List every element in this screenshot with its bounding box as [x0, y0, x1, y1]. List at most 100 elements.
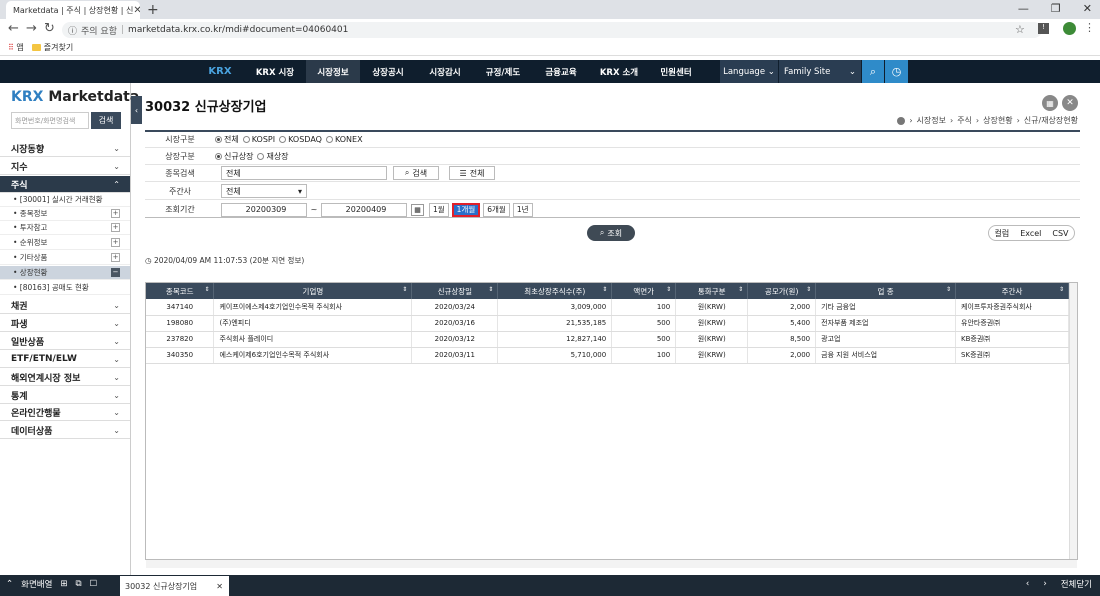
profile-avatar[interactable]: [1063, 22, 1076, 35]
sidebar-sub-other-products[interactable]: • 기타상품 +: [0, 251, 130, 265]
table-row[interactable]: 237820 주식회사 플레이디 2020/03/12 12,827,140 5…: [146, 331, 1069, 348]
plus-icon[interactable]: +: [111, 253, 120, 262]
col-header[interactable]: 공모가(원) ⇕: [747, 283, 817, 299]
radio-market-all[interactable]: 전체: [215, 134, 239, 145]
sort-icon[interactable]: ⇕: [946, 286, 951, 293]
radio-market-konex[interactable]: KONEX: [325, 135, 363, 144]
close-window-icon[interactable]: ✕: [1083, 2, 1092, 15]
language-select[interactable]: Language ⌄: [720, 60, 778, 83]
col-header[interactable]: 기업명 ⇕: [213, 283, 413, 299]
table-horizontal-scrollbar[interactable]: [146, 560, 1077, 568]
nav-financial-education[interactable]: 금융교육: [532, 60, 590, 83]
nav-regulations[interactable]: 규정/제도: [474, 60, 532, 83]
col-header[interactable]: 통화구분 ⇕: [675, 283, 749, 299]
sidebar-menu-statistics[interactable]: 통계 ⌄: [0, 387, 130, 404]
sidebar-menu-stock[interactable]: 주식 ⌃: [0, 176, 130, 193]
new-tab-icon[interactable]: +: [147, 2, 159, 18]
sidebar-menu-bond[interactable]: 채권 ⌄: [0, 297, 130, 314]
to-date-input[interactable]: 20200409: [321, 202, 407, 217]
grid-icon[interactable]: ▦: [1042, 95, 1058, 111]
minimize-icon[interactable]: —: [1018, 2, 1029, 15]
stock-search-input[interactable]: 전체: [221, 166, 387, 180]
clock-icon[interactable]: ◷: [885, 60, 908, 83]
col-header[interactable]: 종목코드 ⇕: [146, 283, 215, 299]
table-row[interactable]: 347140 케이프이에스제4호기업인수목적 주식회사 2020/03/24 3…: [146, 299, 1069, 316]
underwriter-select[interactable]: 전체 ▾: [221, 184, 307, 198]
plus-icon[interactable]: +: [111, 209, 120, 218]
sidebar-sub-stock-info[interactable]: • 종목정보 +: [0, 207, 130, 221]
col-header[interactable]: 최초상장주식수(주) ⇕: [497, 283, 613, 299]
sidebar-menu-etf[interactable]: ETF/ETN/ELW ⌄: [0, 351, 130, 368]
sort-icon[interactable]: ⇕: [402, 286, 407, 293]
breadcrumb-item[interactable]: 주식: [957, 115, 972, 126]
sidebar-sub-investment-ref[interactable]: • 투자참고 +: [0, 221, 130, 235]
sidebar-menu-index[interactable]: 지수 ⌄: [0, 158, 130, 175]
period-6-month-button[interactable]: 6개월: [483, 202, 510, 217]
nav-civil-center[interactable]: 민원센터: [648, 60, 704, 83]
plus-icon[interactable]: +: [111, 223, 120, 232]
home-icon[interactable]: [897, 116, 906, 125]
bookmark-favorites[interactable]: 즐겨찾기: [31, 42, 73, 53]
table-row[interactable]: 198080 (주)엔피디 2020/03/16 21,535,185 500 …: [146, 315, 1069, 332]
table-row[interactable]: 340350 에스케이제6호기업인수목적 주식회사 2020/03/11 5,7…: [146, 347, 1069, 364]
radio-relisting[interactable]: 재상장: [257, 151, 289, 162]
next-tab-icon[interactable]: ›: [1043, 579, 1046, 589]
sort-icon[interactable]: ⇕: [488, 286, 493, 293]
plus-icon[interactable]: +: [111, 238, 120, 247]
menu-search-button[interactable]: 검색: [91, 112, 121, 129]
reload-icon[interactable]: ↻: [44, 21, 55, 36]
nav-market-info[interactable]: 시장정보: [306, 60, 360, 83]
open-screen-tab[interactable]: 30032 신규상장기업 ✕: [120, 576, 229, 596]
from-date-input[interactable]: 20200309: [221, 202, 307, 217]
sort-icon[interactable]: ⇕: [1059, 286, 1064, 293]
menu-search-input[interactable]: 화면번호/화면명검색: [11, 112, 89, 129]
layout-label[interactable]: 화면배열: [21, 578, 52, 590]
search-icon[interactable]: ⌕: [862, 60, 884, 83]
sidebar-menu-derivatives[interactable]: 파생 ⌄: [0, 315, 130, 332]
stock-search-button[interactable]: ⌕ 검색: [393, 166, 439, 180]
browser-tab[interactable]: Marketdata | 주식 | 상장현황 | 신 ✕: [6, 1, 140, 19]
tab-close-icon[interactable]: ✕: [133, 5, 140, 16]
breadcrumb-item[interactable]: 상장현황: [983, 115, 1012, 126]
radio-new-listing[interactable]: 신규상장: [215, 151, 253, 162]
close-icon[interactable]: ✕: [216, 582, 223, 591]
address-bar[interactable]: ⓘ 주의 요함 | marketdata.krx.co.kr/mdi#docum…: [62, 22, 1042, 38]
sidebar-menu-publications[interactable]: 온라인간행물 ⌄: [0, 404, 130, 421]
sort-icon[interactable]: ⇕: [806, 286, 811, 293]
sort-icon[interactable]: ⇕: [204, 286, 209, 293]
sidebar-sub-listing-status[interactable]: • 상장현황 −: [0, 266, 130, 280]
stock-all-button[interactable]: ☰ 전체: [449, 166, 495, 180]
column-button[interactable]: 컬럼: [994, 228, 1009, 239]
nav-market-surveillance[interactable]: 시장감시: [416, 60, 474, 83]
sidebar-menu-overseas[interactable]: 해외연계시장 정보 ⌄: [0, 369, 130, 386]
sidebar-sub-short-selling[interactable]: • [80163] 공매도 현황: [0, 281, 130, 295]
breadcrumb-item[interactable]: 신규/재상장현황: [1024, 115, 1078, 126]
col-header[interactable]: 업 종 ⇕: [815, 283, 957, 299]
minus-icon[interactable]: −: [111, 268, 120, 277]
sidebar-menu-data-products[interactable]: 데이터상품 ⌄: [0, 422, 130, 439]
col-header[interactable]: 신규상장일 ⇕: [411, 283, 499, 299]
calendar-icon[interactable]: ▦: [411, 203, 424, 216]
restore-icon[interactable]: ❐: [1051, 2, 1061, 15]
period-1-month-button[interactable]: 1개월: [451, 202, 481, 217]
sidebar-menu-market-trend[interactable]: 시장동향 ⌄: [0, 140, 130, 157]
sidebar-collapse-icon[interactable]: ‹: [131, 96, 142, 124]
sidebar-sub-realtime[interactable]: • [30001] 실시간 거래현황: [0, 193, 130, 207]
breadcrumb-item[interactable]: 시장정보: [917, 115, 946, 126]
period-1-day-button[interactable]: 1월: [429, 202, 449, 217]
krx-nav-logo[interactable]: KRX: [196, 60, 244, 83]
info-icon[interactable]: ⓘ: [68, 24, 77, 37]
period-1-year-button[interactable]: 1년: [512, 202, 533, 217]
close-icon[interactable]: ✕: [1062, 95, 1078, 111]
chevron-up-icon[interactable]: ⌃: [6, 579, 13, 589]
nav-krx-about[interactable]: KRX 소개: [590, 60, 648, 83]
excel-button[interactable]: Excel: [1020, 229, 1041, 238]
radio-market-kosdaq[interactable]: KOSDAQ: [279, 135, 322, 144]
cascade-layout-icon[interactable]: ⧉: [76, 579, 82, 589]
radio-market-kospi[interactable]: KOSPI: [242, 135, 275, 144]
nav-krx-market[interactable]: KRX 시장: [244, 60, 306, 83]
nav-listing-disclosure[interactable]: 상장공시: [360, 60, 416, 83]
sort-icon[interactable]: ⇕: [602, 286, 607, 293]
csv-button[interactable]: CSV: [1052, 229, 1068, 238]
sidebar-sub-ranking[interactable]: • 순위정보 +: [0, 236, 130, 250]
